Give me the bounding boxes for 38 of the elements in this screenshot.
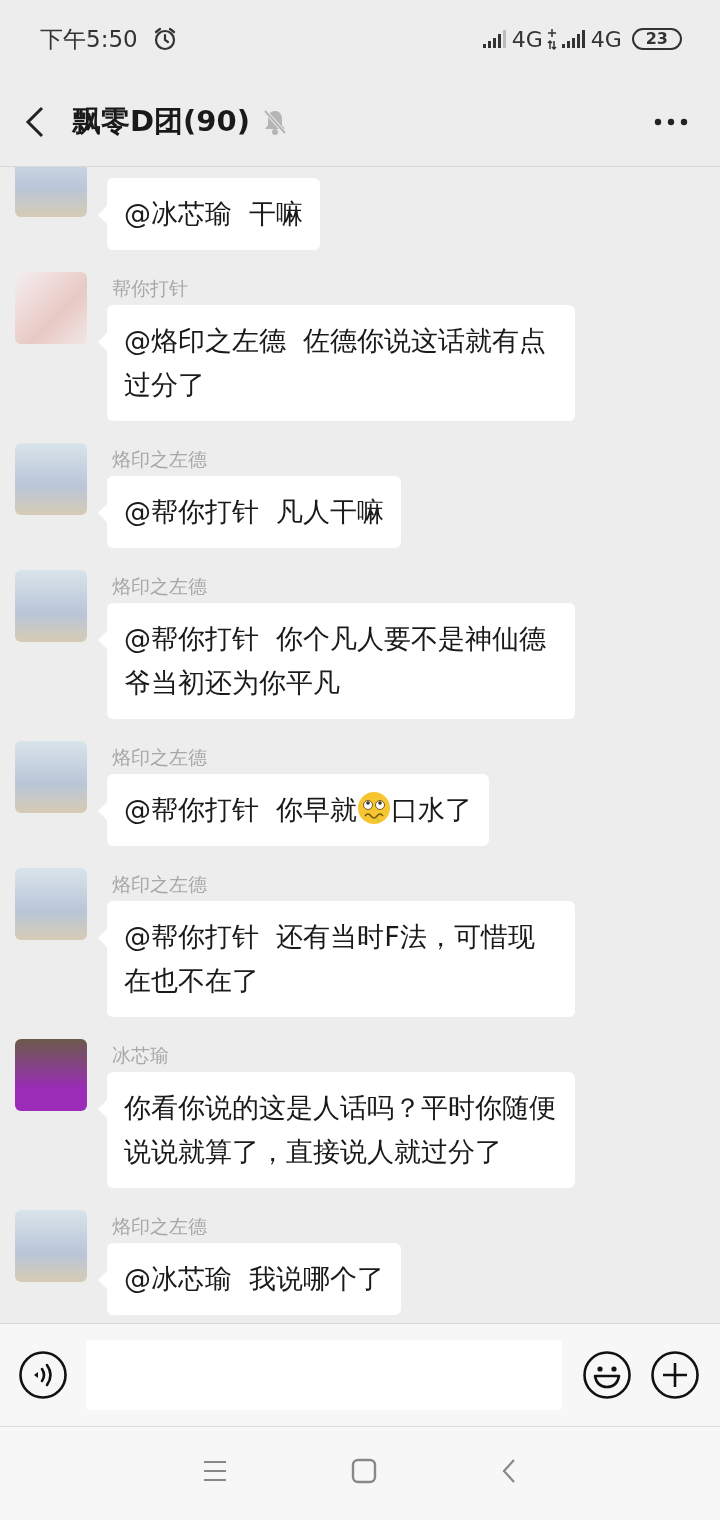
message-bubble: @冰芯瑜 干嘛 [107,178,321,250]
network-type: 4G [590,26,622,52]
message-bubble: @烙印之左德 佐德你说这话就有点过分了 [107,305,575,421]
message-bubble: @冰芯瑜 我说哪个了 [107,1243,402,1315]
home-icon[interactable] [351,1457,377,1484]
drooling-face-emoji-icon [357,791,392,825]
avatar-photo-placeholder[interactable] [15,1039,87,1111]
back-icon[interactable] [24,105,46,139]
sender-name: 帮你打针 [112,277,188,299]
network-type: 4G [511,26,543,52]
battery-level: 23 [631,28,682,50]
message-bubble: 你看你说的这是人话吗？平时你随便说说就算了，直接说人就过分了 [107,1072,575,1188]
add-icon[interactable] [650,1350,700,1400]
avatar-photo-placeholder[interactable] [15,868,87,940]
avatar-photo-placeholder[interactable] [15,741,87,813]
avatar-photo-placeholder[interactable] [15,570,87,642]
sender-name: 烙印之左德 [112,448,207,470]
message-bubble: @帮你打针 你个凡人要不是神仙德爷当初还为你平凡 [107,603,575,719]
sender-name: 烙印之左德 [112,873,207,895]
emoji-icon[interactable] [582,1350,632,1400]
voice-icon[interactable] [18,1350,68,1400]
sender-name: 烙印之左德 [112,746,207,768]
status-time: 下午5:50 [40,24,138,54]
sender-name: 烙印之左德 [112,1215,207,1237]
avatar-photo-placeholder[interactable] [15,272,87,344]
avatar-photo-placeholder[interactable] [15,443,87,515]
data-arrows-icon [546,28,557,50]
message-bubble: @帮你打针 凡人干嘛 [107,476,402,548]
sender-name: 冰芯瑜 [112,1044,169,1066]
avatar-photo-placeholder[interactable] [15,1210,87,1282]
signal-icon [560,29,587,49]
signal-icon [481,29,508,49]
menu-icon[interactable] [203,1459,227,1482]
message-bubble: @帮你打针 你早就 口水了 [107,774,490,846]
sender-name: 烙印之左德 [112,575,207,597]
message-bubble: @帮你打针 还有当时F法，可惜现在也不在了 [107,901,575,1017]
more-icon[interactable] [654,118,688,126]
chat-title: 飘零D团(90) [72,103,250,140]
